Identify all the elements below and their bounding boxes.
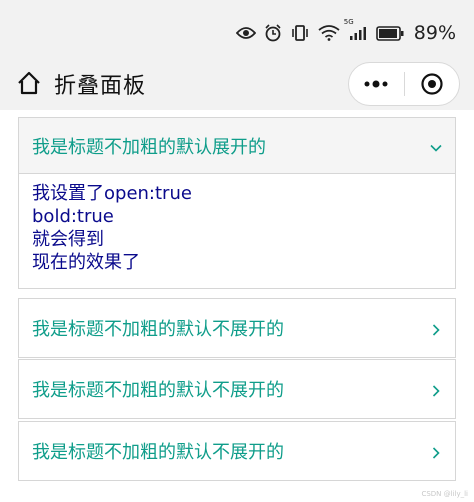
status-bar: 5G 89%	[0, 0, 474, 58]
mini-program-capsule	[348, 62, 460, 106]
chevron-right-icon	[429, 321, 443, 336]
page-title: 折叠面板	[54, 74, 147, 99]
panel-body-line: 现在的效果了	[32, 252, 140, 273]
cellular-signal-icon: 5G	[344, 18, 368, 41]
vibrate-icon	[290, 24, 310, 42]
panel-title-3: 我是标题不加粗的默认不展开的	[32, 380, 284, 401]
chevron-right-icon	[429, 382, 443, 397]
panel-header-2[interactable]: 我是标题不加粗的默认不展开的	[19, 299, 455, 357]
alarm-icon	[264, 24, 282, 42]
panel-body-line: bold:true	[32, 206, 114, 227]
panel-body-1: 我设置了open:true bold:true 就会得到 现在的效果了	[19, 174, 455, 288]
more-button[interactable]	[349, 63, 404, 105]
network-type-label: 5G	[343, 18, 354, 26]
panel-title-1: 我是标题不加粗的默认展开的	[32, 136, 266, 158]
chevron-right-icon	[429, 444, 443, 459]
status-icons: 5G 89%	[235, 18, 456, 44]
battery-percent: 89%	[413, 22, 456, 44]
panel-body-line: 我设置了open:true	[32, 183, 192, 204]
collapse-panel-2: 我是标题不加粗的默认不展开的	[18, 298, 456, 358]
panel-title-2: 我是标题不加粗的默认不展开的	[32, 319, 284, 340]
battery-icon	[375, 25, 404, 41]
target-close-icon	[421, 73, 443, 95]
panel-header-4[interactable]: 我是标题不加粗的默认不展开的	[19, 422, 455, 480]
collapse-panel-4: 我是标题不加粗的默认不展开的	[18, 421, 456, 481]
eye-icon	[235, 26, 256, 40]
wifi-icon	[318, 25, 340, 41]
watermark: CSDN @lily_li	[421, 490, 468, 498]
more-dots-icon	[364, 80, 388, 88]
panel-title-4: 我是标题不加粗的默认不展开的	[32, 442, 284, 463]
close-button[interactable]	[404, 63, 459, 105]
nav-bar: 折叠面板	[0, 58, 474, 110]
chevron-down-icon	[429, 139, 443, 153]
home-icon[interactable]	[16, 70, 42, 96]
panel-header-1[interactable]: 我是标题不加粗的默认展开的	[19, 118, 455, 174]
panel-header-3[interactable]: 我是标题不加粗的默认不展开的	[19, 360, 455, 418]
panel-body-line: 就会得到	[32, 229, 104, 250]
collapse-panel-3: 我是标题不加粗的默认不展开的	[18, 359, 456, 419]
collapse-panel-1: 我是标题不加粗的默认展开的 我设置了open:true bold:true 就会…	[18, 117, 456, 289]
